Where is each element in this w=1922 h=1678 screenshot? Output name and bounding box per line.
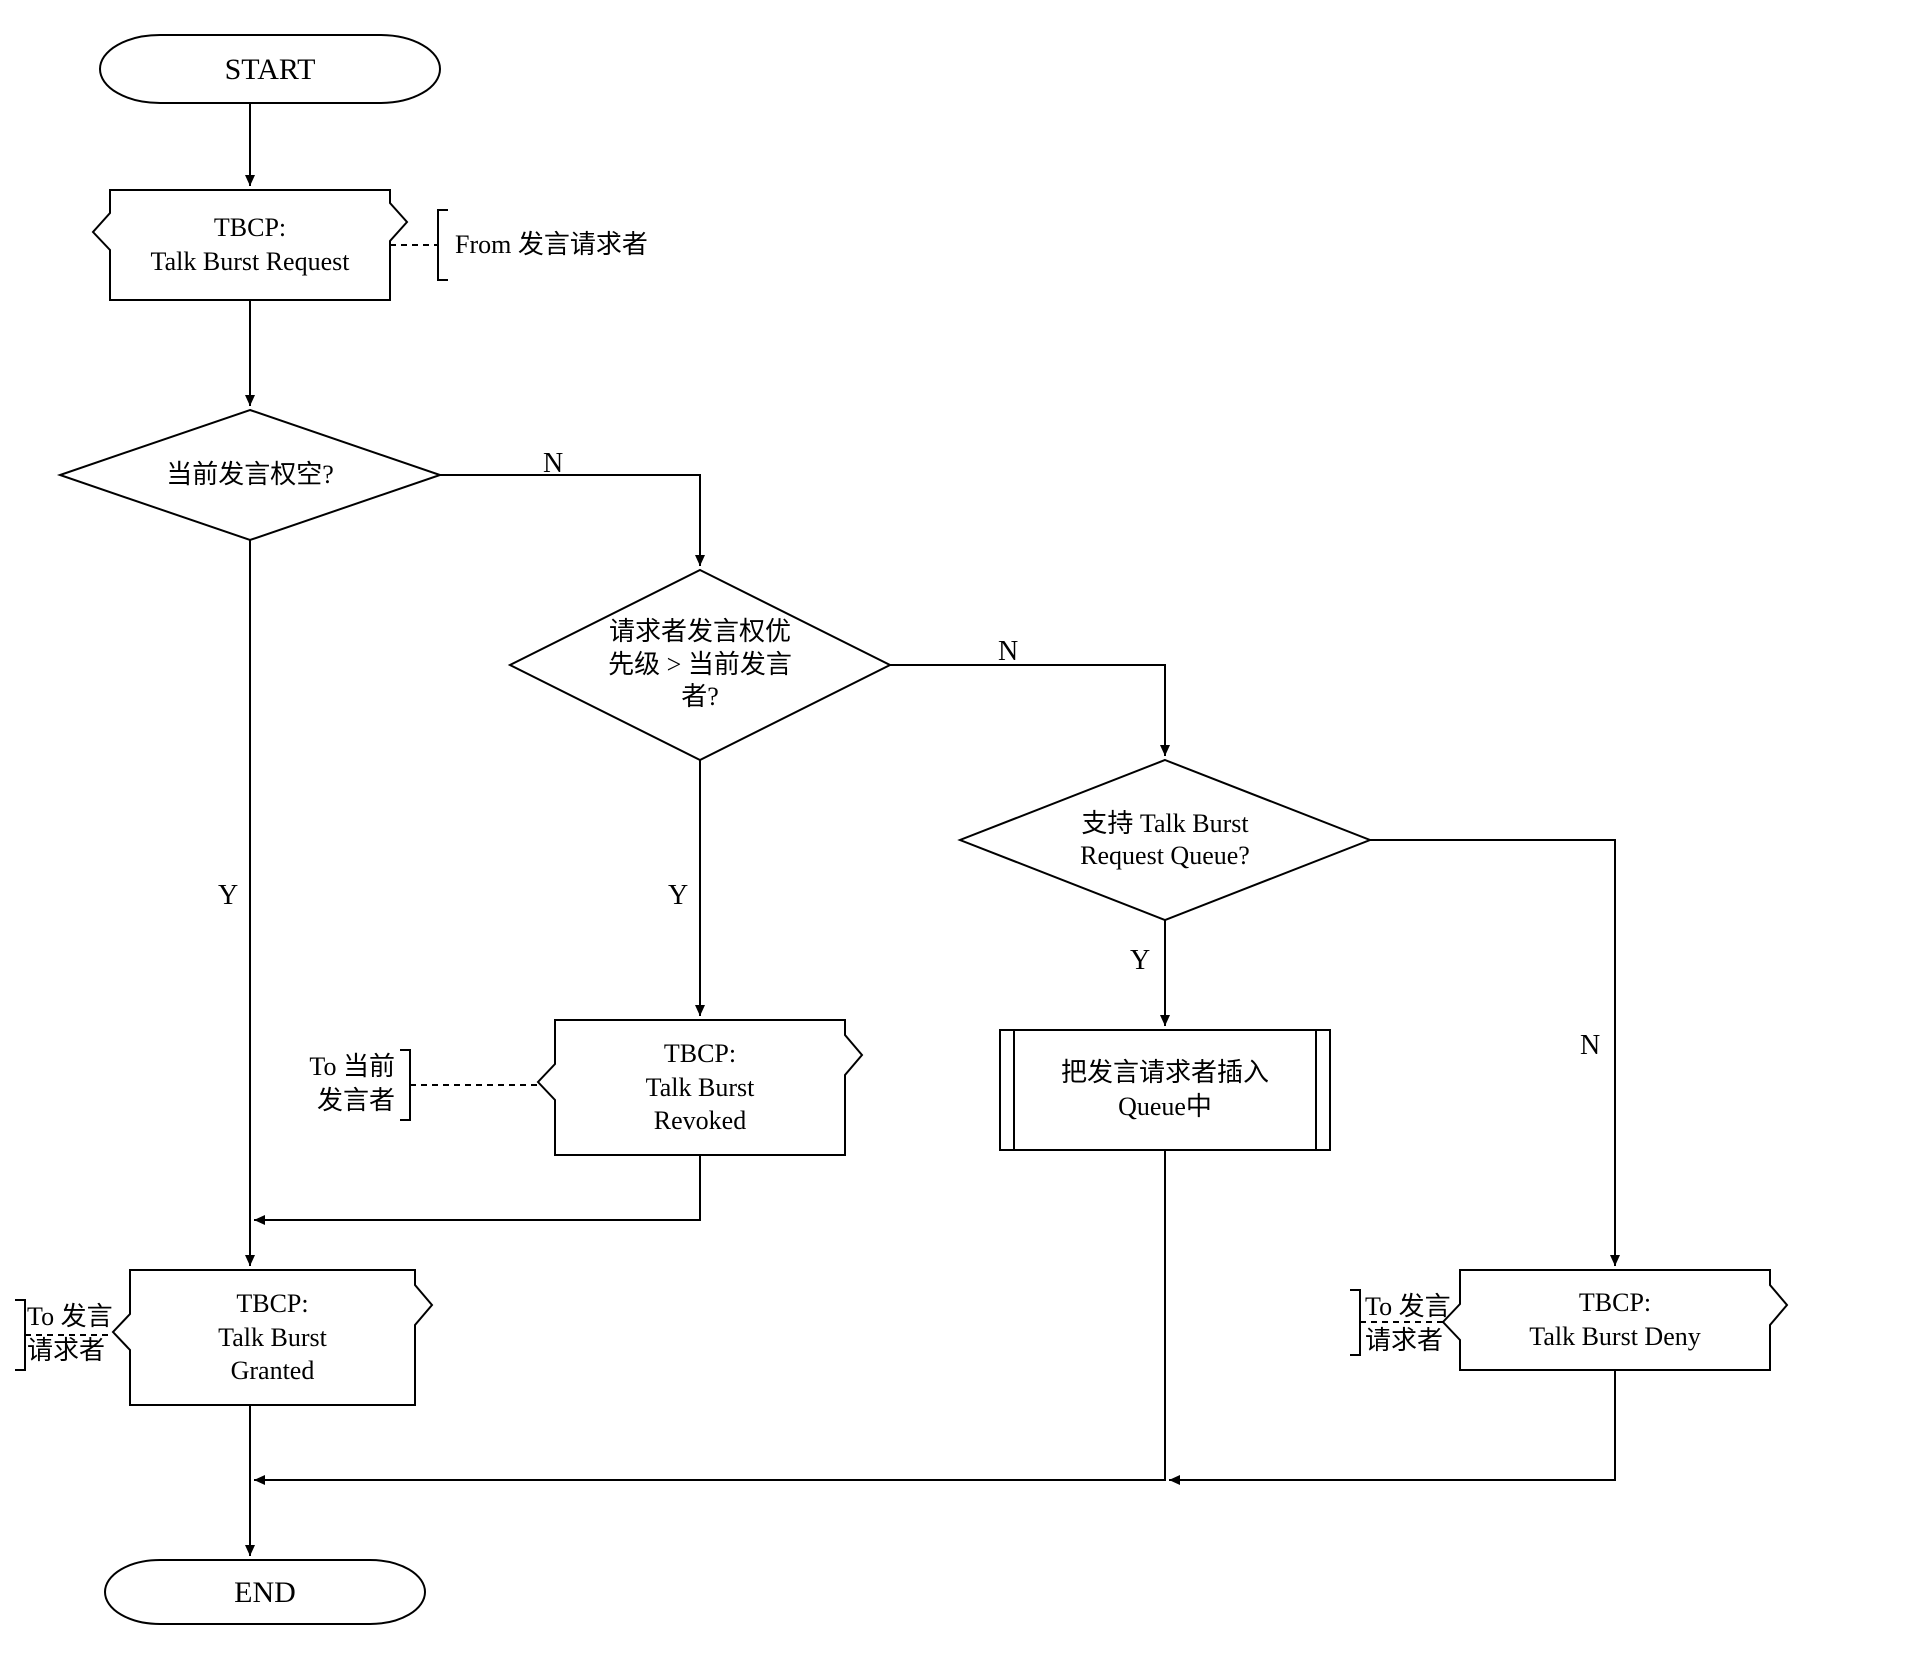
edge-label-y1: Y bbox=[218, 880, 238, 912]
comment-to-requester-deny: To 发言 请求者 bbox=[1365, 1290, 1465, 1358]
start-label: START bbox=[225, 50, 316, 89]
edge-label-n2: N bbox=[998, 636, 1018, 668]
comment-to-requester-granted: To 发言 请求者 bbox=[27, 1300, 127, 1368]
start-terminator: START bbox=[110, 35, 430, 103]
process-insert-queue: 把发言请求者插入 Queue中 bbox=[1020, 1040, 1310, 1140]
end-label: END bbox=[234, 1573, 296, 1612]
edge-label-y2: Y bbox=[668, 880, 688, 912]
comment-from-requester: From 发言请求者 bbox=[455, 228, 648, 262]
end-terminator: END bbox=[110, 1560, 420, 1624]
tbcp-request-line1: TBCP: bbox=[214, 213, 286, 242]
edge-label-y3: Y bbox=[1130, 945, 1150, 977]
tbcp-request-io: TBCP: Talk Burst Request bbox=[120, 200, 380, 290]
edge-label-n3: N bbox=[1580, 1030, 1600, 1062]
tbcp-revoked-io: TBCP: Talk Burst Revoked bbox=[565, 1030, 835, 1145]
comment-to-current: To 当前 发言者 bbox=[295, 1050, 395, 1118]
tbcp-request-line2: Talk Burst Request bbox=[151, 247, 350, 276]
tbcp-deny-io: TBCP: Talk Burst Deny bbox=[1470, 1280, 1760, 1360]
tbcp-granted-io: TBCP: Talk Burst Granted bbox=[140, 1280, 405, 1395]
edge-label-n1: N bbox=[543, 448, 563, 480]
